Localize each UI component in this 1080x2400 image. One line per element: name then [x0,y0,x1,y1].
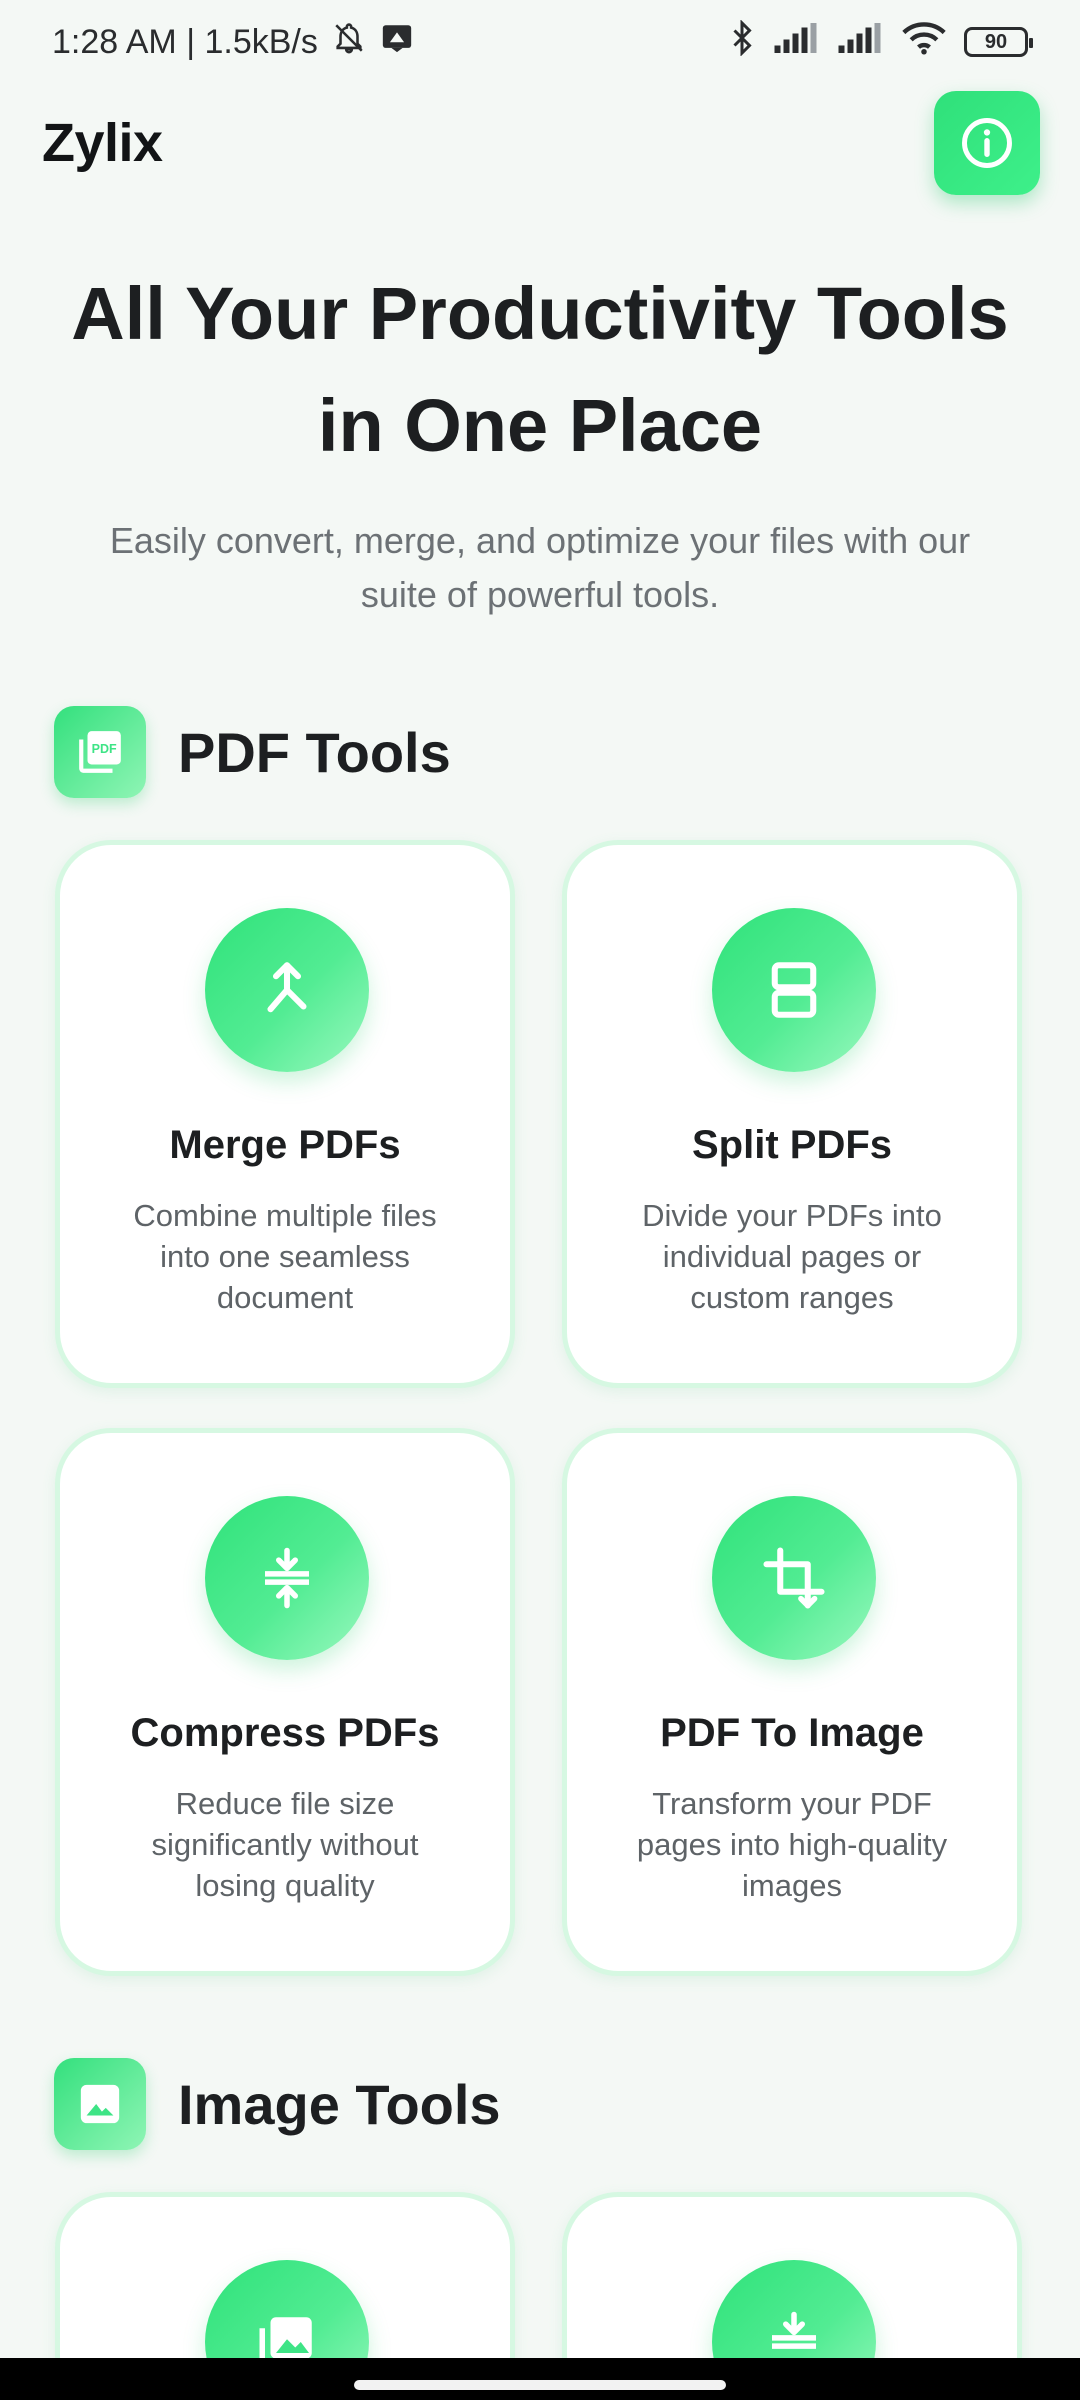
card-description: Combine multiple files into one seamless… [110,1195,460,1318]
notification-icon [380,21,414,64]
info-icon [962,118,1012,168]
card-split-pdfs[interactable]: Split PDFs Divide your PDFs into individ… [562,840,1022,1388]
pdf-icon-text: PDF [92,742,117,756]
bell-off-icon [332,21,366,64]
hero-subtitle-line1: Easily convert, merge, and optimize your… [109,520,971,561]
card-desc-line: document [216,1280,354,1315]
signal-icon [774,22,820,62]
card-desc-line: images [742,1868,842,1903]
hero-title-line1: All Your Productivity Tools [71,272,1009,355]
compress-icon-circle [205,1496,369,1660]
merge-icon [267,962,307,1013]
signal-icon-2 [838,22,884,62]
navigation-bar [0,2358,1080,2400]
split-icon [771,962,817,1018]
battery-icon: 90 [964,27,1033,57]
card-title: Split PDFs [691,1123,893,1167]
status-left: 1:28 AM | 1.5kB/s [52,21,414,64]
hero-title-line2: in One Place [317,384,763,467]
section-title-pdf-tools: PDF Tools [178,720,451,784]
card-description: Reduce file size significantly without l… [110,1783,460,1906]
compress-icon [265,1547,309,1609]
card-desc-line: pages into high-quality [636,1827,948,1862]
card-merge-pdfs[interactable]: Merge PDFs Combine multiple files into o… [55,840,515,1388]
pdf-files-icon: PDF [54,706,146,798]
merge-icon-circle [205,908,369,1072]
image-icon [54,2058,146,2150]
wifi-icon [902,21,946,64]
hero-title: All Your Productivity Tools in One Place [40,258,1040,482]
hero-subtitle: Easily convert, merge, and optimize your… [50,514,1030,622]
brand-title: Zylix [42,113,163,173]
home-gesture-handle[interactable] [354,2380,726,2390]
crop-icon-circle [712,1496,876,1660]
status-bar: 1:28 AM | 1.5kB/s 90 [0,0,1080,84]
crop-icon [763,1547,825,1609]
section-title-image-tools: Image Tools [178,2072,501,2136]
battery-level: 90 [984,30,1008,53]
split-icon-circle [712,908,876,1072]
bluetooth-icon [728,18,756,65]
card-description: Divide your PDFs into individual pages o… [617,1195,967,1318]
card-desc-line: Reduce file size [175,1786,395,1821]
card-desc-line: significantly without [151,1827,419,1862]
card-desc-line: individual pages or [662,1239,922,1274]
card-desc-line: Transform your PDF [652,1786,932,1821]
card-desc-line: Divide your PDFs into [642,1198,942,1233]
info-button[interactable] [934,91,1040,195]
card-compress-pdfs[interactable]: Compress PDFs Reduce file size significa… [55,1428,515,1976]
status-time-speed: 1:28 AM | 1.5kB/s [52,22,318,61]
card-description: Transform your PDF pages into high-quali… [617,1783,967,1906]
card-title: PDF To Image [660,1711,924,1755]
card-desc-line: custom ranges [690,1280,894,1315]
status-right: 90 [728,18,1033,65]
card-pdf-to-image[interactable]: PDF To Image Transform your PDF pages in… [562,1428,1022,1976]
card-desc-line: into one seamless [160,1239,410,1274]
card-desc-line: Combine multiple files [133,1198,437,1233]
hero-subtitle-line2: suite of powerful tools. [360,574,720,615]
card-desc-line: losing quality [195,1868,375,1903]
app-header: Zylix [0,88,1080,198]
section-header-image-tools: Image Tools [54,2058,501,2150]
section-header-pdf-tools: PDF PDF Tools [54,706,451,798]
app-screen: 1:28 AM | 1.5kB/s 90 Zylix All Your Prod… [0,0,1080,2400]
card-title: Merge PDFs [169,1123,401,1167]
card-title: Compress PDFs [130,1711,440,1755]
